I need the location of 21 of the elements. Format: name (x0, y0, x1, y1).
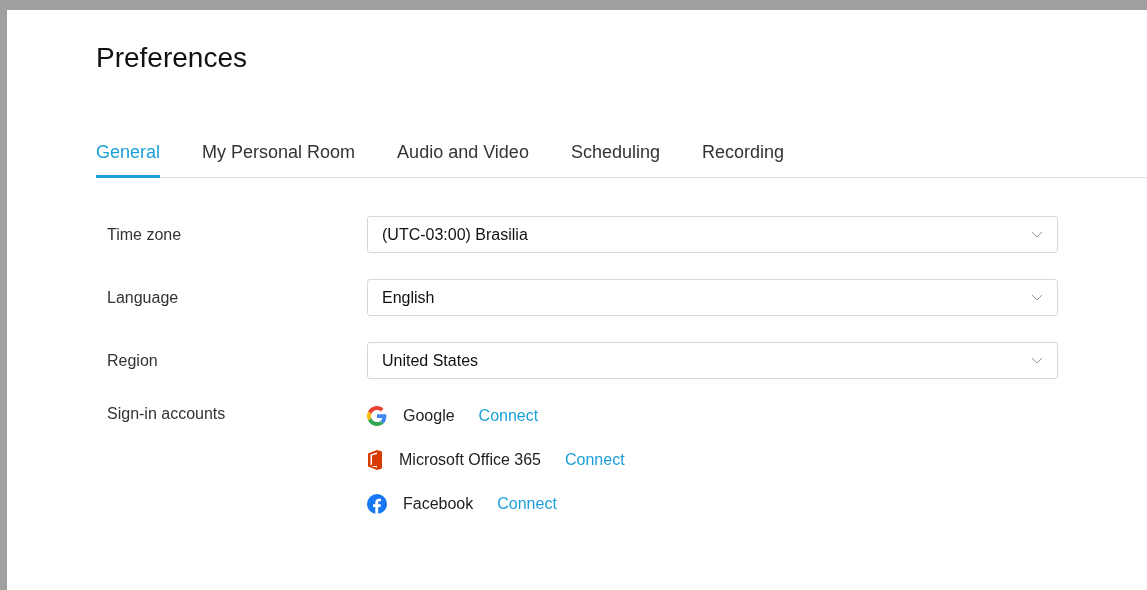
office-icon (367, 450, 383, 470)
setting-label: Region (107, 351, 159, 370)
google-g-icon (367, 406, 387, 426)
account-name: Microsoft Office 365 (399, 451, 541, 469)
account-name: Google (403, 407, 455, 425)
dropdown[interactable]: (UTC-03:00) Brasilia (367, 216, 1058, 253)
tab[interactable]: Recording (702, 142, 785, 178)
chevron-down-icon (1031, 294, 1043, 301)
facebook-f-icon (367, 494, 387, 514)
setting-label: Language (107, 288, 180, 307)
tab[interactable]: Audio and Video (397, 142, 529, 178)
dropdown[interactable]: United States (367, 342, 1058, 379)
chevron-down-icon (1031, 357, 1043, 364)
dropdown[interactable]: English (367, 279, 1058, 316)
setting-label: Time zone (107, 225, 183, 244)
tab[interactable]: My Personal Room (202, 142, 356, 178)
setting-label: Sign-in accounts (107, 405, 227, 423)
page-title: Preferences (96, 41, 248, 75)
account-name: Facebook (403, 495, 474, 513)
chevron-down-icon (1031, 231, 1043, 238)
tab[interactable]: Scheduling (570, 142, 660, 178)
